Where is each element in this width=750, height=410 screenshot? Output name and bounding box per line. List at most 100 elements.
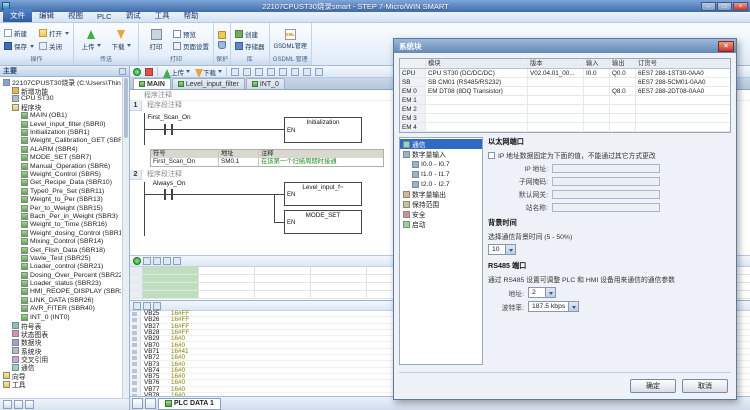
rs485-address-select[interactable]: 2 [528,287,556,298]
download-button[interactable]: 下载 [108,29,134,51]
menu-tab[interactable]: 工具 [148,9,177,22]
tree-item[interactable]: 新增功能 [0,86,121,94]
tree-item[interactable]: 程序块 [0,103,121,111]
tree-item[interactable]: 系统块 [0,347,121,355]
protection-settings-button[interactable] [218,41,226,49]
view-project-icon[interactable] [3,400,12,409]
scrollbar-thumb[interactable] [124,78,128,138]
tree-item[interactable]: Bach_Per_in_Weight (SBR3) [0,212,121,220]
tree-item[interactable]: 22107CPUST30烧录 (C:\Users\ThinkPa... [0,78,121,86]
tree-item[interactable]: Level_input_filter (SBR0) [0,120,121,128]
tree-item[interactable]: LINK_DATA (SBR26) [0,296,121,304]
tree-item[interactable]: Loader_status (SBR23) [0,279,121,287]
page-setup-button[interactable]: 页面设置 [173,41,209,51]
run-icon[interactable] [133,68,141,76]
tree-item[interactable]: HMI_REOPE_DISPLAY (SBR24) [0,288,121,296]
pin-icon[interactable] [119,68,126,75]
symbol-table-row[interactable]: First_Scan_On SM0.1 在该第一个扫描周期时接通 [151,158,383,166]
refresh-icon[interactable] [133,257,141,265]
close-button[interactable]: × [733,2,748,11]
view-tools-icon[interactable] [14,400,23,409]
menu-tab[interactable]: 文件 [3,9,32,22]
tree-item[interactable]: Dosing_Over_Percent (SBR22) [0,271,121,279]
module-table-row[interactable]: EM 2 [400,105,730,114]
background-time-select[interactable]: 10 [488,244,516,255]
selection-tool-icon[interactable] [231,68,239,76]
minimize-button[interactable]: – [701,2,716,11]
module-table-row[interactable]: EM 3 [400,114,730,123]
tree-item[interactable]: 通信 [0,363,121,371]
stop-icon[interactable] [145,68,153,76]
insert-row-icon[interactable] [143,257,151,265]
tree-item[interactable]: 状态图表 [0,330,121,338]
menu-tab[interactable]: 帮助 [177,9,206,22]
tree-item[interactable]: MODE_SET (SBR7) [0,154,121,162]
symbol-table-tab-icon[interactable] [132,398,143,409]
system-tree-item[interactable]: 数字量输入 [400,149,482,159]
tree-item[interactable]: Initialization (SBR1) [0,128,121,136]
menu-tab[interactable]: 编辑 [32,9,61,22]
gsdml-manage-button[interactable]: XMLGSDML管理 [274,29,307,50]
tree-item[interactable]: MAIN (OB1) [0,112,121,120]
tree-item[interactable]: Manual_Operation (SBR6) [0,162,121,170]
download-toolbar-button[interactable]: 下载 [194,67,222,77]
cancel-button[interactable]: 取消 [682,379,728,393]
system-tree-item[interactable]: 数字量输出 [400,189,482,199]
system-tree-item[interactable]: I0.0 - I0.7 [400,159,482,169]
upload-toolbar-button[interactable]: 上传 [162,67,190,77]
subroutine-block[interactable]: MODE_SET EN [284,210,362,234]
toggle-comments-icon[interactable] [315,68,323,76]
system-tree-item[interactable]: I1.0 - I1.7 [400,169,482,179]
module-table-row[interactable]: CPU CPU ST30 (DC/DC/DC) V02.04.01_00... … [400,69,730,78]
write-values-icon[interactable] [143,302,151,310]
status-chart-tab-icon[interactable] [145,398,156,409]
save-button[interactable]: 保存 [4,41,34,51]
module-table-row[interactable]: SB SB CM01 (RS485/RS232) 6ES7 288-5CM01-… [400,78,730,87]
system-tree-item[interactable]: I2.0 - I2.7 [400,179,482,189]
view-more-icon[interactable] [25,400,34,409]
rs485-baud-select[interactable]: 187.5 kbps [528,301,579,312]
tree-item[interactable]: 向导 [0,372,121,380]
editor-tab[interactable]: Level_input_filter × [172,78,245,89]
menu-tab[interactable]: PLC [90,11,119,22]
subroutine-block[interactable]: Initialization EN [284,117,362,143]
system-tree-item[interactable]: 安全 [400,209,482,219]
tree-item[interactable]: 数据块 [0,338,121,346]
toggle-addressing-icon[interactable] [303,68,311,76]
tree-item[interactable]: Per_to_Weight (SBR15) [0,204,121,212]
open-button[interactable]: 打开 [39,28,69,38]
maximize-button[interactable]: □ [717,2,732,11]
contact-operand[interactable]: First_Scan_On [147,114,190,121]
tree-item[interactable]: Vavle_Test (SBR25) [0,254,121,262]
tree-item[interactable]: 工具 [0,380,121,388]
ok-button[interactable]: 确定 [630,379,676,393]
tree-item[interactable]: ALARM (SBR4) [0,145,121,153]
tree-item[interactable]: Get_Recipe_Data (SBR10) [0,179,121,187]
memory-button[interactable]: 存储器 [235,41,265,51]
system-tree-item[interactable]: 启动 [400,219,482,229]
system-tree-item[interactable]: 保持范围 [400,199,482,209]
tree-item[interactable]: Type0_Pre_Set (SBR11) [0,187,121,195]
tree-item[interactable]: Weight_to_Per (SBR13) [0,195,121,203]
tree-scrollbar[interactable] [122,77,129,398]
menu-tab[interactable]: 调试 [119,9,148,22]
filter-icon[interactable] [173,257,181,265]
subroutine-block[interactable]: Level_input_f~ EN [284,182,362,206]
tree-item[interactable]: CPU ST30 [0,95,121,103]
plc-data-tab[interactable]: PLC DATA 1 [158,398,221,410]
tree-item[interactable]: Weight_dosing_Control (SBR17) [0,229,121,237]
network-comment[interactable]: 程序段注释 [142,170,182,180]
tree-item[interactable]: Loader_control (SBR21) [0,263,121,271]
module-table-row[interactable]: EM 0 EM DT08 (8DQ Transistor) Q8.0 6ES7 … [400,87,730,96]
upload-button[interactable]: 上传 [78,29,104,51]
library-create-button[interactable]: 创建 [235,29,265,39]
lock-button[interactable] [218,31,226,39]
print-preview-button[interactable]: 预览 [173,29,209,39]
tree-item[interactable]: INT_0 (INT0) [0,313,121,321]
horizontal-line-icon[interactable] [291,68,299,76]
tree-item[interactable]: AVR_FITER (SBR40) [0,305,121,313]
read-values-icon[interactable] [133,302,141,310]
ip-fixed-checkbox[interactable] [488,152,495,159]
module-table-row[interactable]: EM 4 [400,123,730,132]
tree-item[interactable]: 符号表 [0,321,121,329]
